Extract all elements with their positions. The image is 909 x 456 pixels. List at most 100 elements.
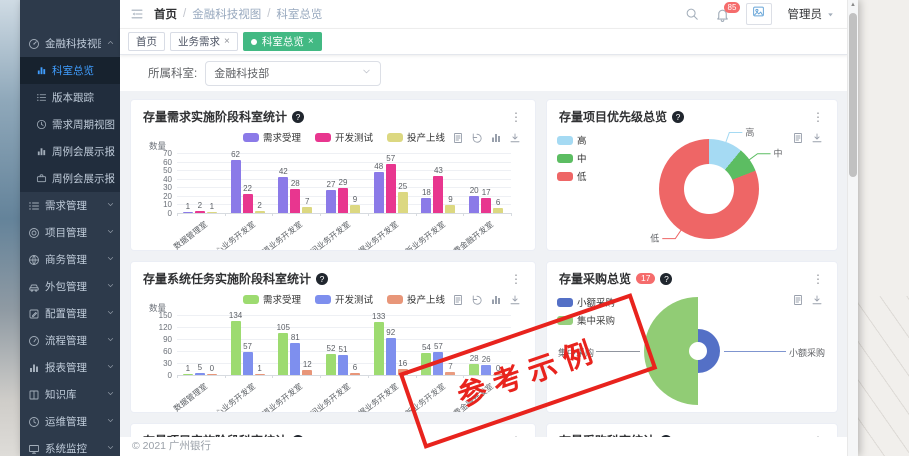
sidebar-item-金融科技视图[interactable]: 金融科技视图 xyxy=(20,30,120,57)
bar-value: 51 xyxy=(331,345,355,354)
sidebar-item-需求周期视图[interactable]: 需求周期视图 xyxy=(20,111,120,138)
chart-toolbox xyxy=(452,294,521,306)
legend-swatch xyxy=(243,295,259,304)
sidebar-item-项目管理[interactable]: 项目管理 xyxy=(20,219,120,246)
list-icon xyxy=(36,92,47,103)
scrollbar-thumb[interactable] xyxy=(849,13,857,177)
sidebar-item-label: 需求管理 xyxy=(45,198,101,213)
restore-icon[interactable] xyxy=(471,294,483,306)
download-icon[interactable] xyxy=(509,294,521,306)
card-project-priority-chart: 存量项目优先级总览?⋮高中低高中低 xyxy=(546,99,838,251)
legend-item-开发测试[interactable]: 开发测试 xyxy=(315,130,373,144)
bar-投产上线 xyxy=(350,205,360,213)
help-icon[interactable]: ? xyxy=(292,111,304,123)
bar-投产上线 xyxy=(207,374,217,375)
count-badge: 17 xyxy=(636,273,655,284)
card-title: 存量需求实施阶段科室统计 xyxy=(143,108,287,125)
bar-开发测试 xyxy=(290,343,300,375)
bar-投产上线 xyxy=(350,373,360,375)
svg-text:低: 低 xyxy=(650,233,659,244)
sidebar-item-配置管理[interactable]: 配置管理 xyxy=(20,300,120,327)
scrollbar[interactable]: ▲ xyxy=(847,0,858,456)
bar-需求受理 xyxy=(469,196,479,213)
breadcrumb-home[interactable]: 首页 xyxy=(154,6,177,22)
x-tick xyxy=(177,213,178,216)
sidebar-item-商务管理[interactable]: 商务管理 xyxy=(20,246,120,273)
close-icon[interactable]: × xyxy=(224,34,230,50)
breadcrumb-separator: / xyxy=(183,8,186,20)
user-name: 管理员 xyxy=(788,6,823,22)
sidebar-item-知识库[interactable]: 知识库 xyxy=(20,381,120,408)
sidebar-item-外包管理[interactable]: 外包管理 xyxy=(20,273,120,300)
legend-swatch xyxy=(315,133,331,142)
bar-value: 134 xyxy=(224,311,248,320)
hamburger-icon[interactable] xyxy=(130,7,144,21)
notifications[interactable]: 85 xyxy=(715,7,730,22)
download-icon[interactable] xyxy=(509,132,521,144)
bar-value: 25 xyxy=(391,182,415,191)
sidebar-item-周例会展示报表-采购[interactable]: 周例会展示报表-采购 xyxy=(20,165,120,192)
sidebar-item-周例会展示报表-项目[interactable]: 周例会展示报表-项目 xyxy=(20,138,120,165)
card-menu-dots-icon[interactable]: ⋮ xyxy=(810,272,827,286)
bar-value: 81 xyxy=(283,333,307,342)
chart-project-priority-chart: 高中低高中低 xyxy=(547,127,837,250)
magic-bar-icon[interactable] xyxy=(490,132,502,144)
sidebar-item-版本跟踪[interactable]: 版本跟踪 xyxy=(20,84,120,111)
tab-科室总览[interactable]: 科室总览× xyxy=(243,32,322,51)
dashboard-icon xyxy=(28,38,40,50)
sidebar-item-需求管理[interactable]: 需求管理 xyxy=(20,192,120,219)
bar-需求受理 xyxy=(183,374,193,375)
sidebar-item-科室总览[interactable]: 科室总览 xyxy=(20,57,120,84)
x-axis-label: 数据管理室 xyxy=(134,219,210,251)
close-icon[interactable]: × xyxy=(308,34,314,50)
help-icon[interactable]: ? xyxy=(316,273,328,285)
bar-投产上线 xyxy=(302,370,312,375)
desktop-background-right xyxy=(857,0,909,456)
filter-panel: 所属科室: 金融科技部 xyxy=(120,55,848,91)
scrollbar-up-arrow[interactable]: ▲ xyxy=(848,2,858,8)
tab-label: 首页 xyxy=(136,34,157,50)
card-menu-dots-icon[interactable]: ⋮ xyxy=(508,272,525,286)
help-icon[interactable]: ? xyxy=(672,111,684,123)
x-tick xyxy=(177,375,178,378)
tab-首页[interactable]: 首页 xyxy=(128,32,165,51)
doc-icon[interactable] xyxy=(452,294,464,306)
user-menu[interactable]: 管理员 xyxy=(788,6,837,22)
restore-icon[interactable] xyxy=(471,132,483,144)
sidebar-item-报表管理[interactable]: 报表管理 xyxy=(20,354,120,381)
card-title: 存量系统任务实施阶段科室统计 xyxy=(143,270,311,287)
legend-item-开发测试[interactable]: 开发测试 xyxy=(315,292,373,306)
grid-line xyxy=(177,162,511,163)
sidebar-item-系统监控[interactable]: 系统监控 xyxy=(20,435,120,456)
legend-item-投产上线[interactable]: 投产上线 xyxy=(387,130,445,144)
sidebar-item-label: 报表管理 xyxy=(45,360,101,375)
download-icon[interactable] xyxy=(811,294,823,306)
chart-toolbox xyxy=(792,294,823,306)
legend-swatch xyxy=(557,298,573,307)
bar-value: 7 xyxy=(295,197,319,206)
breadcrumb-current: 科室总览 xyxy=(276,6,322,22)
bar-value: 29 xyxy=(331,178,355,187)
sidebar-item-流程管理[interactable]: 流程管理 xyxy=(20,327,120,354)
legend-item-需求受理[interactable]: 需求受理 xyxy=(243,292,301,306)
footer-copyright: © 2021 广州银行 xyxy=(120,437,848,456)
tab-业务需求[interactable]: 业务需求× xyxy=(170,32,238,51)
avatar[interactable] xyxy=(746,3,772,25)
legend-item-需求受理[interactable]: 需求受理 xyxy=(243,130,301,144)
bar-投产上线 xyxy=(398,192,408,213)
doc-icon[interactable] xyxy=(792,294,804,306)
y-tick-label: 20 xyxy=(148,192,172,201)
card-menu-dots-icon[interactable]: ⋮ xyxy=(810,110,827,124)
magic-bar-icon[interactable] xyxy=(490,294,502,306)
sidebar-item-运维管理[interactable]: 运维管理 xyxy=(20,408,120,435)
breadcrumb-fintech-view[interactable]: 金融科技视图 xyxy=(192,6,261,22)
department-select[interactable]: 金融科技部 xyxy=(205,61,381,86)
bar-开发测试 xyxy=(386,338,396,375)
doc-icon[interactable] xyxy=(452,132,464,144)
tags-view-bar: 首页业务需求× 科室总览× xyxy=(120,29,848,55)
search-icon[interactable] xyxy=(685,7,699,21)
help-icon[interactable]: ? xyxy=(660,273,672,285)
card-menu-dots-icon[interactable]: ⋮ xyxy=(508,110,525,124)
y-tick-label: 30 xyxy=(148,359,172,368)
legend-item-投产上线[interactable]: 投产上线 xyxy=(387,292,445,306)
